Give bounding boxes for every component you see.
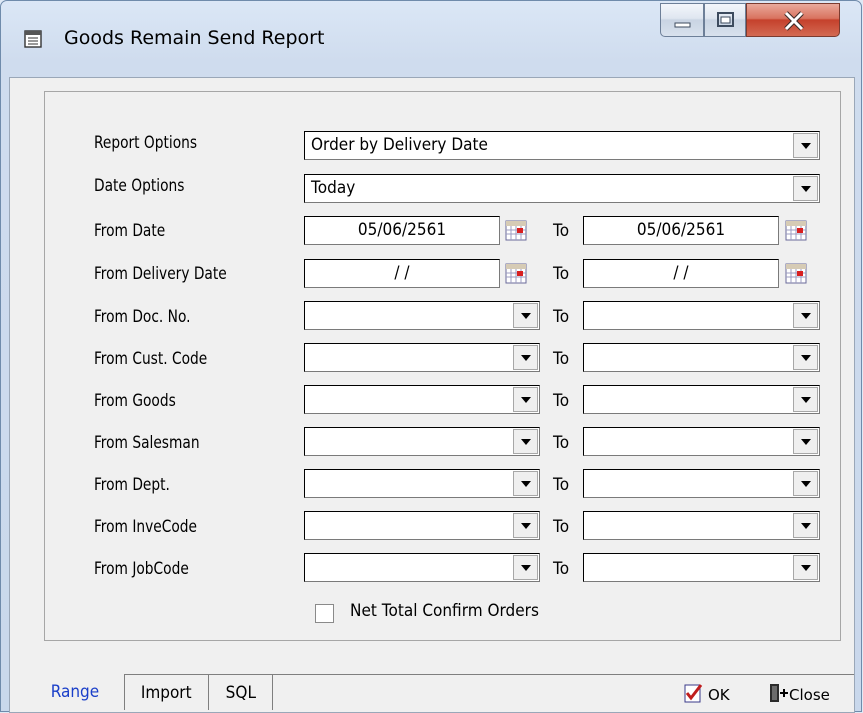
tab-import[interactable]: Import: [124, 674, 209, 710]
range-label-doc-no: From Doc. No.: [94, 307, 191, 327]
dropdown-arrow-icon[interactable]: [793, 555, 818, 580]
from-doc-no-select[interactable]: [304, 301, 540, 330]
window-title: Goods Remain Send Report: [64, 27, 325, 49]
ok-button-label: OK: [708, 686, 730, 704]
dropdown-arrow-icon[interactable]: [513, 429, 538, 454]
dropdown-arrow-icon[interactable]: [513, 471, 538, 496]
title-bar[interactable]: Goods Remain Send Report: [1, 1, 861, 79]
range-label-invecode: From InveCode: [94, 517, 197, 537]
close-x-icon: [784, 11, 804, 31]
report-options-value: Order by Delivery Date: [311, 135, 488, 155]
to-cust-code-select[interactable]: [583, 343, 820, 372]
minimize-icon: [674, 22, 691, 28]
from-date-input[interactable]: 05/06/2561: [304, 216, 500, 245]
dropdown-arrow-icon[interactable]: [793, 133, 818, 158]
date-options-select[interactable]: Today: [304, 174, 820, 203]
date-options-label: Date Options: [94, 176, 185, 196]
from-jobcode-select[interactable]: [304, 553, 540, 582]
to-doc-no-select[interactable]: [583, 301, 820, 330]
tab-sql[interactable]: SQL: [209, 674, 273, 710]
tab-range-label: Range: [50, 682, 100, 702]
doc-no-to-label: To: [553, 307, 570, 327]
to-dept-select[interactable]: [583, 469, 820, 498]
from-salesman-select[interactable]: [304, 427, 540, 456]
to-salesman-select[interactable]: [583, 427, 820, 456]
dropdown-arrow-icon[interactable]: [513, 555, 538, 580]
to-jobcode-select[interactable]: [583, 553, 820, 582]
dropdown-arrow-icon[interactable]: [513, 345, 538, 370]
minimize-button[interactable]: [660, 3, 704, 37]
from-date-value: 05/06/2561: [357, 220, 447, 240]
from-invecode-select[interactable]: [304, 511, 540, 540]
dept-to-label: To: [553, 475, 570, 495]
dropdown-arrow-icon[interactable]: [793, 471, 818, 496]
from-dept-select[interactable]: [304, 469, 540, 498]
from-delivery-date-to-label: To: [553, 264, 570, 284]
range-label-cust-code: From Cust. Code: [94, 349, 208, 369]
calendar-icon[interactable]: [505, 219, 527, 241]
range-label-dept: From Dept.: [94, 475, 170, 495]
maximize-icon: [717, 12, 734, 27]
goods-to-label: To: [553, 391, 570, 411]
to-delivery-date-input[interactable]: / /: [583, 259, 779, 288]
range-label-jobcode: From JobCode: [94, 559, 189, 579]
dropdown-arrow-icon[interactable]: [793, 429, 818, 454]
tab-range[interactable]: Range: [26, 674, 124, 710]
dropdown-arrow-icon[interactable]: [793, 345, 818, 370]
dropdown-arrow-icon[interactable]: [513, 513, 538, 538]
close-button-label: Close: [789, 686, 830, 704]
from-delivery-date-label: From Delivery Date: [94, 264, 227, 284]
dropdown-arrow-icon[interactable]: [513, 303, 538, 328]
dropdown-arrow-icon[interactable]: [793, 303, 818, 328]
salesman-to-label: To: [553, 433, 570, 453]
report-options-select[interactable]: Order by Delivery Date: [304, 131, 820, 160]
jobcode-to-label: To: [553, 559, 570, 579]
bottom-tab-bar: Range Import SQL OK Close: [10, 674, 854, 712]
report-window-icon: [24, 30, 42, 48]
invecode-to-label: To: [553, 517, 570, 537]
to-date-value: 05/06/2561: [636, 220, 726, 240]
from-date-to-label: To: [553, 221, 570, 241]
dropdown-arrow-icon[interactable]: [513, 387, 538, 412]
close-window-button[interactable]: [746, 3, 840, 37]
to-invecode-select[interactable]: [583, 511, 820, 540]
report-window: Goods Remain Send Report Report Options …: [0, 0, 862, 713]
calendar-icon[interactable]: [785, 262, 807, 284]
exit-door-icon: [770, 684, 788, 702]
from-date-label: From Date: [94, 221, 166, 241]
tab-sql-label: SQL: [225, 683, 256, 703]
dropdown-arrow-icon[interactable]: [793, 176, 818, 201]
tab-strip-fill: [273, 674, 854, 710]
net-total-confirm-checkbox[interactable]: [315, 604, 334, 623]
dropdown-arrow-icon[interactable]: [793, 513, 818, 538]
from-goods-select[interactable]: [304, 385, 540, 414]
range-label-goods: From Goods: [94, 391, 176, 411]
ok-check-icon: [684, 684, 703, 703]
from-delivery-date-input[interactable]: / /: [304, 259, 500, 288]
to-date-input[interactable]: 05/06/2561: [583, 216, 779, 245]
calendar-icon[interactable]: [505, 262, 527, 284]
to-delivery-date-value: / /: [673, 263, 689, 283]
range-label-salesman: From Salesman: [94, 433, 200, 453]
calendar-icon[interactable]: [785, 219, 807, 241]
from-cust-code-select[interactable]: [304, 343, 540, 372]
maximize-button[interactable]: [704, 3, 746, 37]
close-button[interactable]: Close: [768, 674, 852, 710]
from-delivery-date-value: / /: [394, 263, 410, 283]
ok-button[interactable]: OK: [684, 674, 754, 710]
net-total-confirm-label[interactable]: Net Total Confirm Orders: [350, 601, 539, 621]
to-goods-select[interactable]: [583, 385, 820, 414]
dropdown-arrow-icon[interactable]: [793, 387, 818, 412]
date-options-value: Today: [311, 178, 356, 198]
tab-import-label: Import: [141, 683, 192, 703]
cust-code-to-label: To: [553, 349, 570, 369]
report-options-label: Report Options: [94, 133, 198, 153]
client-area: Report Options Order by Delivery Date Da…: [9, 77, 855, 713]
